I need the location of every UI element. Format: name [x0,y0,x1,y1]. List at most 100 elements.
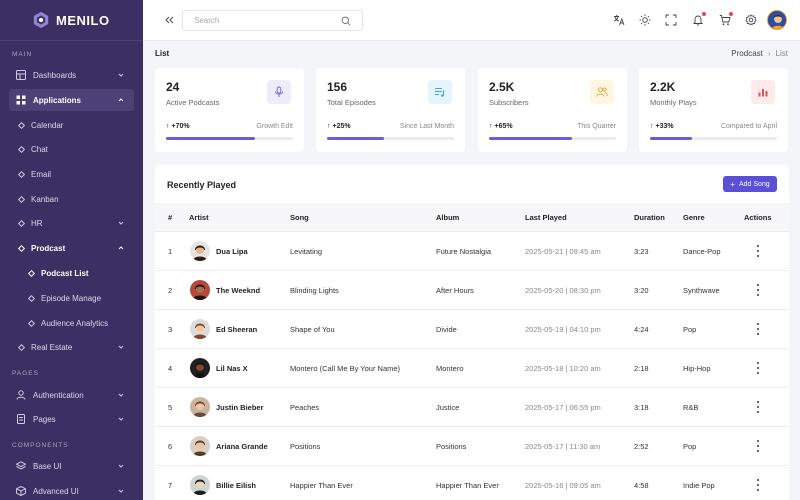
users-icon [590,80,614,104]
brand-logo[interactable]: MENILO [0,0,143,41]
sun-icon[interactable] [639,14,651,26]
genre: Pop [683,325,697,334]
more-actions-icon[interactable] [756,362,760,374]
sidebar-item-kanban[interactable]: Kanban [9,188,134,210]
genre: Hip-Hop [683,364,711,373]
artist-name: Billie Eilish [216,481,257,490]
stat-change: ↑ +25% [327,123,351,130]
sidebar-item-pages[interactable]: Pages [9,408,134,430]
more-actions-icon[interactable] [756,323,760,335]
sidebar-item-applications[interactable]: Applications [9,89,134,111]
duration: 2:52 [634,442,649,451]
document-icon [15,413,27,425]
sidebar-item-chat[interactable]: Chat [9,138,134,160]
bullet-icon [17,343,26,351]
sidebar-item-advanced-ui[interactable]: Advanced UI [9,480,134,500]
song-title: Shape of You [290,325,335,334]
artist-name: Justin Bieber [216,403,264,412]
search-icon[interactable] [341,16,351,26]
chevron-up-icon [118,98,124,102]
sidebar-item-dashboards[interactable]: Dashboards [9,64,134,86]
user-icon [15,389,27,401]
search-input[interactable] [194,11,344,30]
artist-name: Lil Nas X [216,364,248,373]
table-row[interactable]: 6 Ariana Grande Positions Positions 2025-05-… [155,426,789,465]
sidebar-item-label: Pages [33,414,56,424]
apps-icon [15,94,27,106]
last-played: 2025-05-18 | 10:20 am [525,364,601,373]
artist-avatar [190,319,210,339]
column-header: Album [436,213,460,222]
sidebar-item-audience-analytics[interactable]: Audience Analytics [9,312,134,334]
chevron-down-icon [118,393,124,397]
table-row[interactable]: 5 Justin Bieber Peaches Justice 2025-05-17 |… [155,387,789,426]
playlist-icon [428,80,452,104]
gear-icon[interactable] [745,14,757,26]
last-played: 2025-05-19 | 04:10 pm [525,325,601,334]
chevron-down-icon [118,464,124,468]
collapse-sidebar-icon[interactable] [163,14,175,26]
song-title: Happier Than Ever [290,481,353,490]
artist-avatar [190,280,210,300]
stat-card-subscribers: 2.5K Subscribers ↑ +65% This Quarter [478,68,627,152]
album-name: Future Nostalgia [436,247,492,256]
sidebar-item-label: Real Estate [31,342,73,352]
album-name: Positions [436,442,467,451]
sidebar-item-episode-manage[interactable]: Episode Manage [9,287,134,309]
more-actions-icon[interactable] [756,245,760,257]
column-header: Genre [683,213,705,222]
duration: 4:24 [634,325,649,334]
more-actions-icon[interactable] [756,440,760,452]
topbar [143,0,800,41]
column-header: Last Played [525,213,567,222]
song-title: Levitating [290,247,323,256]
stat-note: Since Last Month [399,123,454,130]
stat-value: 156 [327,80,348,94]
sidebar-item-podcast-list[interactable]: Podcast List [9,262,134,284]
sidebar-item-label: Advanced UI [33,486,79,496]
sidebar-item-email[interactable]: Email [9,163,134,185]
add-song-button[interactable]: + Add Song [723,176,777,192]
last-played: 2025-05-20 | 08:30 pm [525,286,601,295]
translate-icon[interactable] [613,14,625,26]
notifications-button[interactable] [692,12,706,26]
section-label-main: MAIN [12,51,33,58]
fullscreen-icon[interactable] [665,14,677,26]
artist-name: Dua Lipa [216,247,248,256]
more-actions-icon[interactable] [756,401,760,413]
stat-card-total-episodes: 156 Total Episodes ↑ +25% Since Last Mont… [316,68,465,152]
layers-icon [15,460,27,472]
artist-avatar [190,475,210,495]
sidebar-item-prodcast[interactable]: Prodcast [9,237,134,259]
duration: 3:18 [634,403,649,412]
microphone-icon [267,80,291,104]
song-title: Peaches [290,403,320,412]
sidebar-item-label: Chat [31,144,48,154]
bullet-icon [27,269,36,277]
recently-played-panel: Recently Played + Add Song # Artist Song … [155,165,789,500]
sidebar-item-calendar[interactable]: Calendar [9,114,134,136]
table-row[interactable]: 7 Billie Eilish Happier Than Ever Happier T… [155,465,789,500]
table-row[interactable]: 1 Dua Lipa Levitating Future Nostalgia 2025-… [155,231,789,270]
stat-card-monthly-plays: 2.2K Monthly Plays ↑ +33% Compared to Apr… [639,68,788,152]
genre: Indie Pop [683,481,715,490]
progress-bar [327,137,454,140]
sidebar-item-base-ui[interactable]: Base UI [9,455,134,477]
table-row[interactable]: 2 The Weeknd Blinding Lights After Hours 202… [155,270,789,309]
album-name: Divide [436,325,457,334]
section-label-pages: PAGES [12,370,39,377]
bar-chart-icon [751,80,775,104]
chevron-down-icon [118,345,124,349]
panel-title: Recently Played [167,180,237,190]
sidebar-item-hr[interactable]: HR [9,212,134,234]
cart-button[interactable] [719,12,733,26]
table-row[interactable]: 3 Ed Sheeran Shape of You Divide 2025-05-19 … [155,309,789,348]
breadcrumb-link[interactable]: Prodcast [731,49,763,58]
more-actions-icon[interactable] [756,479,760,491]
sidebar-item-real-estate[interactable]: Real Estate [9,336,134,358]
table-row[interactable]: 4 Lil Nas X Montero (Call Me By Your Name)… [155,348,789,387]
sidebar-item-authentication[interactable]: Authentication [9,384,134,406]
user-avatar[interactable] [767,10,787,30]
duration: 3:23 [634,247,649,256]
more-actions-icon[interactable] [756,284,760,296]
